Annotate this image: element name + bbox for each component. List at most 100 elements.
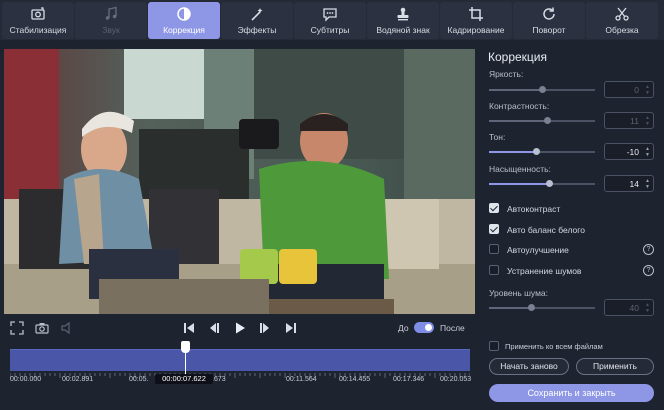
- tool-crop[interactable]: Кадрирование: [440, 2, 512, 39]
- slider-thumb[interactable]: [545, 180, 553, 187]
- video-preview[interactable]: [4, 49, 475, 314]
- contrast-label: Контрастность:: [489, 101, 550, 111]
- spinbox-value: 0: [634, 85, 639, 95]
- spinbox-value: 40: [629, 303, 639, 313]
- auto-enhance-checkbox[interactable]: [489, 244, 499, 254]
- help-icon[interactable]: ?: [643, 244, 654, 255]
- crop-icon: [469, 7, 483, 21]
- contrast-spinbox[interactable]: 11 ▲ ▼: [604, 112, 654, 129]
- slider-fill: [489, 183, 550, 185]
- tool-trim[interactable]: Обрезка: [586, 2, 658, 39]
- spinbox-arrows-icon[interactable]: ▲ ▼: [645, 302, 650, 314]
- tool-label: Водяной знак: [376, 25, 430, 35]
- before-after-toggle[interactable]: [414, 322, 434, 333]
- slider-thumb[interactable]: [533, 148, 541, 155]
- current-time: 00:00:07.622: [155, 374, 213, 384]
- denoise-label: Устранение шумов: [507, 266, 582, 276]
- play-icon[interactable]: [233, 321, 247, 335]
- tool-watermark[interactable]: Водяной знак: [367, 2, 439, 39]
- tool-stabilization[interactable]: Стабилизация: [2, 2, 74, 39]
- apply-to-all-label: Применить ко всем файлам: [505, 342, 603, 351]
- time-tick-label: 00:02.891: [62, 376, 94, 383]
- hue-spinbox[interactable]: -10 ▲ ▼: [604, 143, 654, 160]
- time-tick-label: .673: [212, 376, 226, 383]
- timeline-track[interactable]: [10, 349, 470, 371]
- magic-wand-icon: [251, 8, 263, 21]
- next-frame-icon[interactable]: [258, 321, 272, 335]
- auto-enhance-label: Автоулучшение: [507, 245, 569, 255]
- brightness-spinbox[interactable]: 0 ▲ ▼: [604, 81, 654, 98]
- stamp-icon: [397, 7, 409, 21]
- contrast-slider[interactable]: [489, 117, 595, 124]
- slider-thumb[interactable]: [538, 86, 546, 93]
- spinbox-arrows-icon[interactable]: ▲ ▼: [645, 178, 650, 190]
- brightness-label: Яркость:: [489, 69, 524, 79]
- apply-to-all-checkbox[interactable]: [489, 341, 499, 351]
- music-note-icon: [105, 6, 117, 20]
- playhead-handle[interactable]: [181, 341, 191, 353]
- video-frame-image: [4, 49, 475, 314]
- time-tick-label: 00:05.: [129, 376, 149, 383]
- time-tick-label: 00:17.346: [393, 376, 425, 383]
- tool-subtitles[interactable]: Субтитры: [294, 2, 366, 39]
- auto-white-balance-checkbox[interactable]: [489, 224, 499, 234]
- time-tick-label: 00:20.053: [440, 376, 472, 383]
- tool-label: Обрезка: [605, 25, 639, 35]
- noise-level-spinbox[interactable]: 40 ▲ ▼: [604, 299, 654, 316]
- denoise-checkbox[interactable]: [489, 265, 499, 275]
- skip-to-start-icon[interactable]: [182, 321, 196, 335]
- slider-fill: [489, 120, 548, 122]
- help-icon[interactable]: ?: [643, 265, 654, 276]
- brightness-slider[interactable]: [489, 86, 595, 93]
- tool-correction[interactable]: Коррекция: [148, 2, 220, 39]
- tool-label: Поворот: [532, 25, 566, 35]
- time-tick-label: 00:11.564: [286, 376, 317, 383]
- fullscreen-icon[interactable]: [10, 321, 24, 335]
- saturation-spinbox[interactable]: 14 ▲ ▼: [604, 175, 654, 192]
- spinbox-arrows-icon[interactable]: ▲ ▼: [645, 84, 650, 96]
- panel-title: Коррекция: [488, 50, 548, 64]
- auto-contrast-label: Автоконтраст: [507, 204, 561, 214]
- spinbox-arrows-icon[interactable]: ▲ ▼: [645, 146, 650, 158]
- previous-frame-icon[interactable]: [207, 321, 221, 335]
- compare-after-label: После: [440, 323, 465, 333]
- toolbar: Стабилизация Звук Коррекция Эффекты Субт…: [0, 0, 664, 40]
- slider-fill: [489, 307, 532, 309]
- noise-level-label: Уровень шума:: [489, 288, 549, 298]
- tool-label: Звук: [102, 25, 120, 35]
- tool-label: Субтитры: [310, 25, 350, 35]
- slider-fill: [489, 151, 537, 153]
- rotate-icon: [543, 7, 555, 20]
- spinbox-value: 11: [630, 116, 639, 126]
- time-tick-label: 00:00.000: [10, 376, 42, 383]
- save-and-close-button[interactable]: Сохранить и закрыть: [489, 384, 654, 402]
- tool-label: Коррекция: [163, 25, 205, 35]
- video-editor-window: Стабилизация Звук Коррекция Эффекты Субт…: [0, 0, 664, 410]
- reset-button[interactable]: Начать заново: [489, 358, 569, 375]
- spinbox-value: 14: [629, 179, 639, 189]
- hue-slider[interactable]: [489, 148, 595, 155]
- time-tick-label: 00:14.455: [339, 376, 371, 383]
- slider-fill: [489, 89, 542, 91]
- compare-before-label: До: [398, 323, 409, 333]
- speaker-icon[interactable]: [60, 321, 74, 335]
- tool-label: Эффекты: [237, 25, 277, 35]
- auto-white-balance-label: Авто баланс белого: [507, 225, 585, 235]
- speech-bubble-icon: [323, 8, 337, 22]
- slider-thumb[interactable]: [527, 304, 535, 311]
- saturation-label: Насыщенность:: [489, 164, 551, 174]
- skip-to-end-icon[interactable]: [284, 321, 298, 335]
- slider-thumb[interactable]: [543, 117, 551, 124]
- auto-contrast-checkbox[interactable]: [489, 203, 499, 213]
- correction-panel: Коррекция Яркость: 0 ▲ ▼ Контрастность: 11…: [482, 44, 664, 410]
- noise-level-slider[interactable]: [489, 304, 595, 311]
- saturation-slider[interactable]: [489, 180, 595, 187]
- camera-icon[interactable]: [35, 321, 49, 335]
- tool-audio[interactable]: Звук: [75, 2, 147, 39]
- spinbox-arrows-icon[interactable]: ▲ ▼: [645, 115, 650, 127]
- tool-label: Стабилизация: [9, 25, 67, 35]
- tool-effects[interactable]: Эффекты: [221, 2, 293, 39]
- contrast-icon: [177, 7, 191, 21]
- apply-button[interactable]: Применить: [576, 358, 654, 375]
- tool-rotate[interactable]: Поворот: [513, 2, 585, 39]
